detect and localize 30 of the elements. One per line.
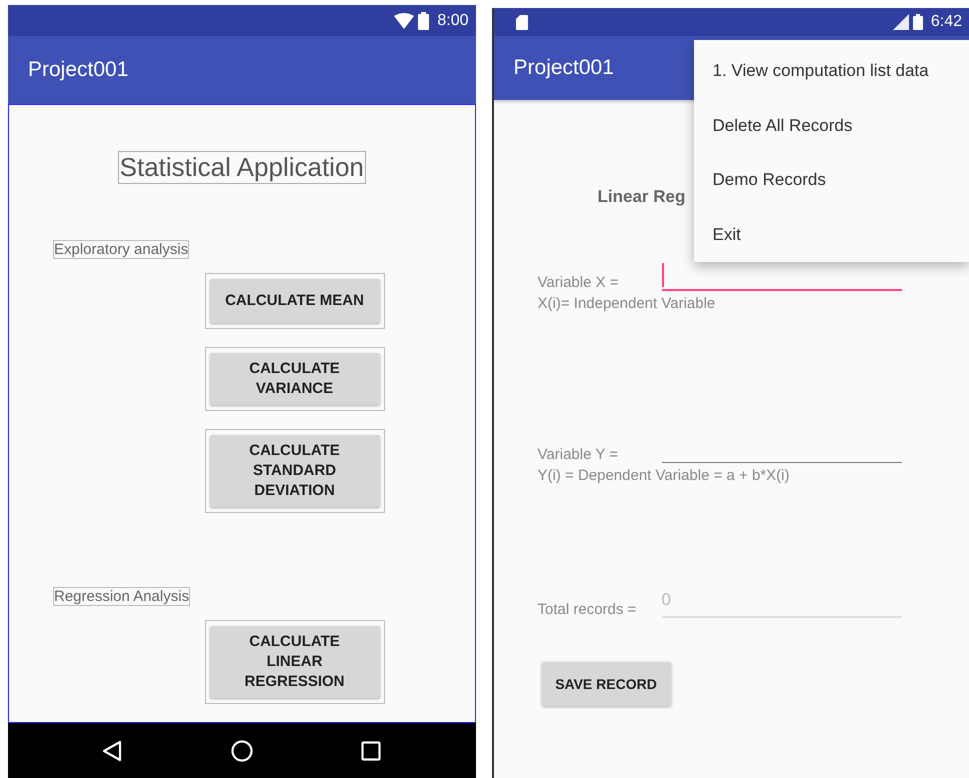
field-label: Variable Y = — [538, 446, 619, 463]
menu-item[interactable]: Exit — [694, 208, 969, 262]
menu-item[interactable]: Demo Records — [694, 153, 969, 208]
recents-icon[interactable] — [361, 740, 382, 760]
screen-heading: Linear Reg — [598, 187, 686, 207]
save-record-button[interactable]: SAVE RECORD — [542, 662, 671, 706]
section-label: Regression Analysis — [53, 587, 190, 606]
app-title: Project001 — [28, 58, 128, 82]
calculate-button[interactable]: CALCULATE STANDARD DEVIATION — [210, 435, 380, 507]
field-label: Total records = — [538, 601, 638, 618]
home-icon[interactable] — [230, 740, 253, 762]
back-icon[interactable] — [102, 740, 122, 762]
clock: 8:00 — [437, 12, 469, 30]
battery-icon — [912, 14, 923, 30]
signal-icon — [890, 14, 909, 30]
wifi-icon — [394, 12, 414, 28]
section-label: Exploratory analysis — [53, 240, 190, 259]
battery-icon — [418, 12, 430, 30]
field-hint: Y(i) = Dependent Variable = a + b*X(i) — [538, 467, 790, 484]
menu-item[interactable]: 1. View computation list data — [694, 44, 969, 98]
calculate-button[interactable]: CALCULATE VARIANCE — [210, 353, 380, 405]
calculate-button[interactable]: CALCULATE LINEAR REGRESSION — [210, 626, 380, 698]
menu-item[interactable]: Delete All Records — [694, 98, 969, 153]
field-label: Variable X = — [538, 274, 620, 291]
screen-heading: Statistical Application — [118, 151, 366, 184]
sd-card-icon — [516, 14, 528, 30]
clock: 6:42 — [930, 13, 962, 31]
app-title: Project001 — [514, 56, 614, 80]
calculate-button[interactable]: CALCULATE MEAN — [210, 279, 380, 323]
field-hint: X(i)= Independent Variable — [538, 295, 716, 312]
